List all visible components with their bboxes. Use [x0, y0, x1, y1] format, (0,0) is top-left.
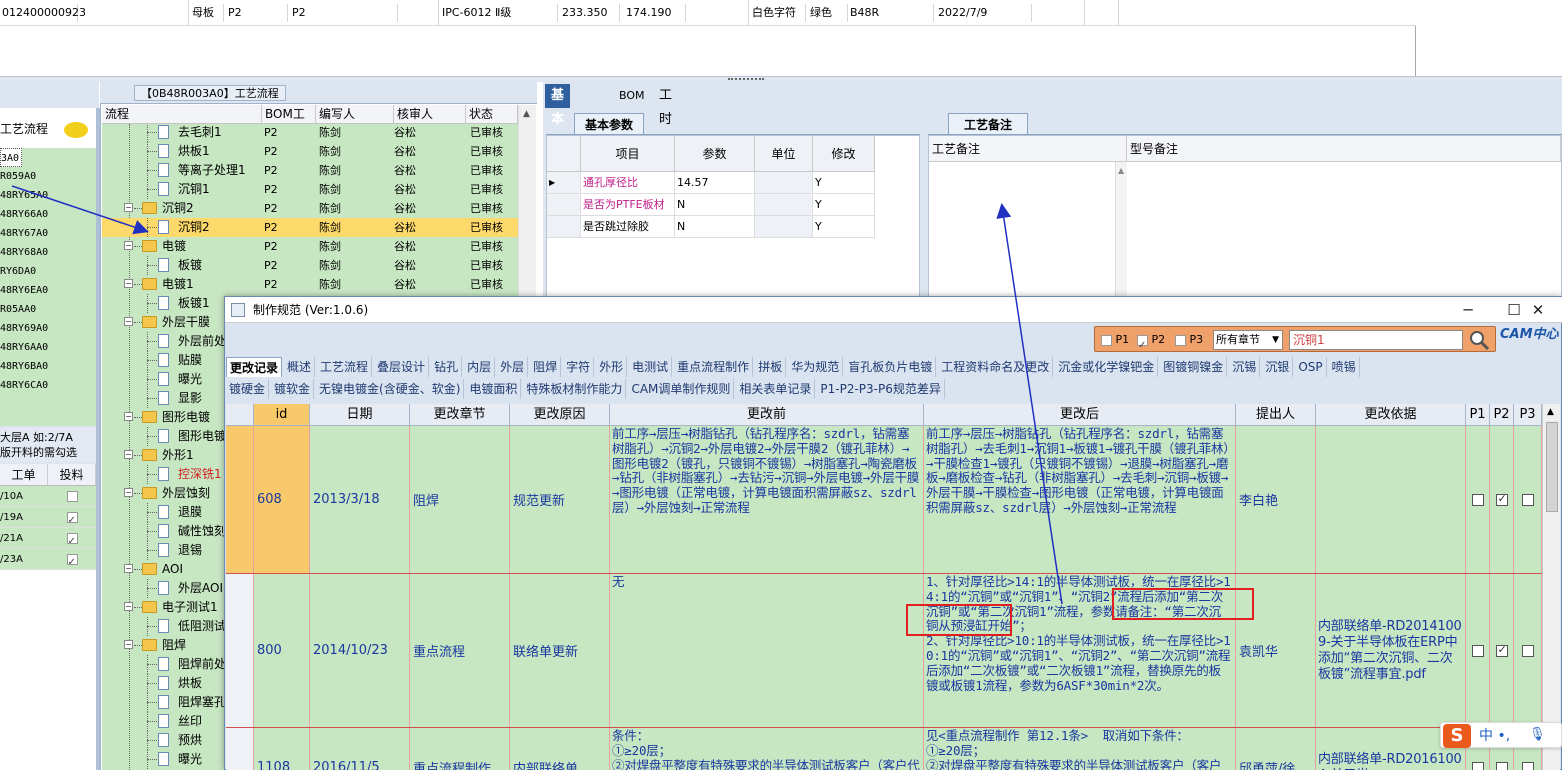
- ime-mode[interactable]: 中 •,: [1479, 723, 1510, 749]
- highlight-box-1: [906, 604, 1012, 636]
- annotation-overlay: [11, 185, 1063, 605]
- mic-icon[interactable]: 🎙: [1529, 727, 1546, 742]
- ime-toolbar[interactable]: S 中 •, 🎙: [1440, 722, 1562, 748]
- highlight-box-2: [1112, 588, 1254, 620]
- annotation-arrow-left: [11, 185, 149, 235]
- ime-logo-icon: S: [1443, 724, 1471, 748]
- annotation-arrow-notes: [996, 203, 1063, 605]
